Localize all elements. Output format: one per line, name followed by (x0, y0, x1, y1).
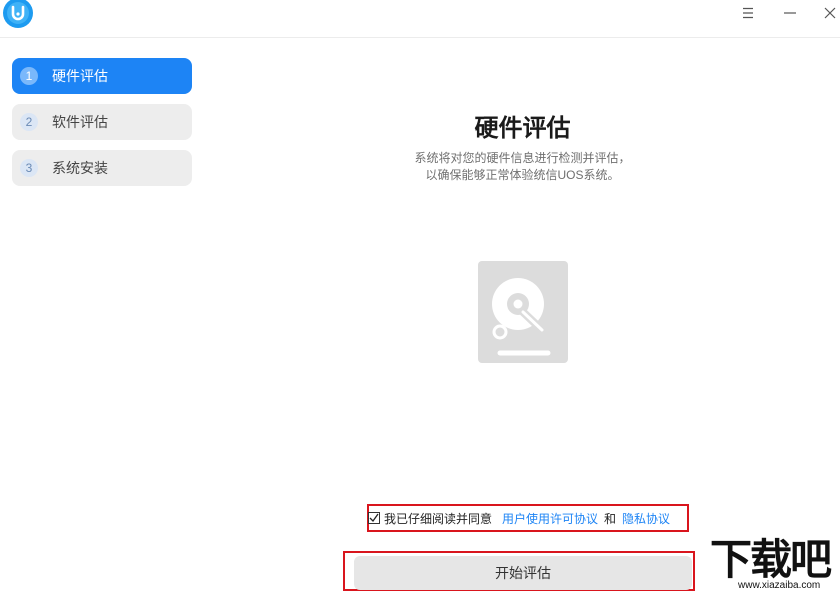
step-system-install[interactable]: 3 系统安装 (12, 150, 192, 186)
hard-disk-icon (478, 261, 568, 363)
privacy-policy-link[interactable]: 隐私协议 (622, 510, 670, 527)
app-window: 1 硬件评估 2 软件评估 3 系统安装 硬件评估 系统将对您的硬件信息进行检测… (0, 0, 840, 593)
step-number: 3 (20, 159, 38, 177)
description-line: 以确保能够正常体验统信UOS系统。 (425, 168, 620, 182)
description-line: 系统将对您的硬件信息进行检测并评估， (414, 151, 631, 165)
agreement-and-text: 和 (604, 511, 617, 526)
title-bar (0, 0, 840, 38)
watermark-url: www.xiazaiba.com (738, 580, 821, 591)
step-label: 硬件评估 (52, 68, 108, 84)
step-number: 2 (20, 113, 38, 131)
menu-icon (743, 7, 753, 19)
close-button[interactable] (812, 0, 840, 26)
page-title: 硬件评估 (474, 115, 571, 142)
page-description: 系统将对您的硬件信息进行检测并评估， 以确保能够正常体验统信UOS系统。 (350, 150, 695, 184)
check-icon (369, 513, 379, 523)
start-evaluation-button[interactable]: 开始评估 (354, 556, 692, 590)
agreement-row: 我已仔细阅读并同意 用户使用许可协议 和 隐私协议 (368, 510, 670, 526)
step-label: 系统安装 (52, 160, 108, 176)
step-sidebar: 1 硬件评估 2 软件评估 3 系统安装 (12, 58, 192, 196)
step-number: 1 (20, 67, 38, 85)
agreement-checkbox[interactable] (368, 512, 380, 524)
agreement-text: 我已仔细阅读并同意 (384, 511, 493, 526)
step-hardware-evaluation[interactable]: 1 硬件评估 (12, 58, 192, 94)
license-agreement-link[interactable]: 用户使用许可协议 (502, 510, 598, 527)
watermark-logo-text: 下载吧 (710, 535, 832, 584)
minimize-button[interactable] (772, 0, 808, 26)
menu-button[interactable] (730, 0, 766, 26)
step-software-evaluation[interactable]: 2 软件评估 (12, 104, 192, 140)
step-label: 软件评估 (52, 114, 108, 130)
minimize-icon (784, 12, 796, 14)
close-icon (824, 7, 836, 19)
uos-logo-icon (3, 0, 33, 28)
